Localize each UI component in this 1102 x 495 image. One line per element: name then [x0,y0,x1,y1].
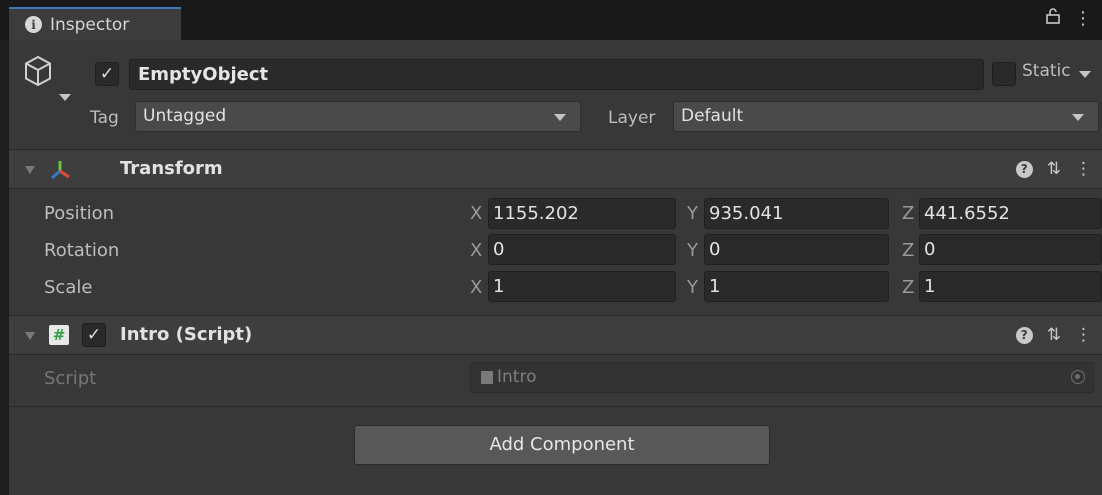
csharp-script-icon: # [49,325,69,345]
scale-y-field[interactable]: 1 [704,271,889,302]
tag-label: Tag [90,108,119,128]
axis-z-label[interactable]: Z [902,277,914,298]
static-checkbox[interactable] [992,62,1016,86]
foldout-arrow-icon[interactable] [25,332,35,340]
scale-x-field[interactable]: 1 [488,271,676,302]
icon-dropdown-caret-icon[interactable] [59,94,71,101]
axis-x-label[interactable]: X [470,277,482,298]
divider [9,406,1102,407]
transform-title: Transform [120,158,223,179]
position-label: Position [44,203,115,224]
position-z-field[interactable]: 441.6552 [919,198,1102,229]
add-component-button[interactable]: Add Component [354,425,770,465]
axis-x-label[interactable]: X [470,240,482,261]
tag-value: Untagged [143,106,227,126]
tab-strip: i Inspector ⋮ [0,0,1102,40]
chevron-down-icon [1072,114,1084,121]
layer-dropdown[interactable]: Default [673,101,1099,132]
static-label[interactable]: Static [1022,61,1071,81]
layer-value: Default [681,106,744,126]
rotation-label: Rotation [44,240,120,261]
active-checkbox[interactable]: ✓ [95,62,119,86]
lock-icon[interactable] [1046,8,1060,29]
axis-y-label[interactable]: Y [687,277,698,298]
axis-z-label[interactable]: Z [902,203,914,224]
script-file-icon [481,371,493,384]
intro-script-header[interactable]: # ✓ Intro (Script) ? ⇅ ⋮ [9,315,1102,355]
tab-title: Inspector [50,14,130,35]
gameobject-cube-icon[interactable] [23,55,53,91]
rotation-x-field[interactable]: 0 [488,234,676,265]
axis-y-label[interactable]: Y [687,240,698,261]
rotation-z-field[interactable]: 0 [919,234,1102,265]
script-field-label: Script [44,368,97,389]
help-icon[interactable]: ? [1015,160,1033,178]
foldout-arrow-icon[interactable] [25,166,35,174]
script-object-field: Intro [470,362,1094,393]
position-x-field[interactable]: 1155.202 [488,198,676,229]
rotation-y-field[interactable]: 0 [704,234,889,265]
transform-header[interactable]: Transform ? ⇅ ⋮ [9,149,1102,189]
transform-header-icons: ? ⇅ ⋮ [1015,159,1092,179]
intro-script-title: Intro (Script) [120,324,253,345]
tab-inspector[interactable]: i Inspector [9,7,181,40]
tab-controls: ⋮ [1046,8,1092,29]
transform-icon [49,159,71,185]
axis-y-label[interactable]: Y [687,203,698,224]
help-icon[interactable]: ? [1015,326,1033,344]
scale-label: Scale [44,277,93,298]
preset-sliders-icon[interactable]: ⇅ [1047,325,1061,345]
kebab-menu-icon[interactable]: ⋮ [1075,325,1092,345]
kebab-menu-icon[interactable]: ⋮ [1074,8,1092,29]
script-header-icons: ? ⇅ ⋮ [1015,325,1092,345]
script-enabled-checkbox[interactable]: ✓ [82,323,106,347]
position-y-field[interactable]: 935.041 [704,198,889,229]
scale-z-field[interactable]: 1 [919,271,1102,302]
gameobject-name-input[interactable]: EmptyObject [129,59,984,90]
preset-sliders-icon[interactable]: ⇅ [1047,159,1061,179]
axis-z-label[interactable]: Z [902,240,914,261]
object-picker-icon[interactable] [1071,370,1085,384]
inspector-panel: ✓ EmptyObject Static Tag Untagged Layer … [9,40,1102,495]
info-icon: i [25,16,42,33]
static-dropdown-caret-icon[interactable] [1079,71,1091,78]
layer-label: Layer [608,108,656,128]
axis-x-label[interactable]: X [470,203,482,224]
script-field-value: Intro [497,367,537,387]
tag-dropdown[interactable]: Untagged [135,101,581,132]
chevron-down-icon [554,114,566,121]
kebab-menu-icon[interactable]: ⋮ [1075,159,1092,179]
